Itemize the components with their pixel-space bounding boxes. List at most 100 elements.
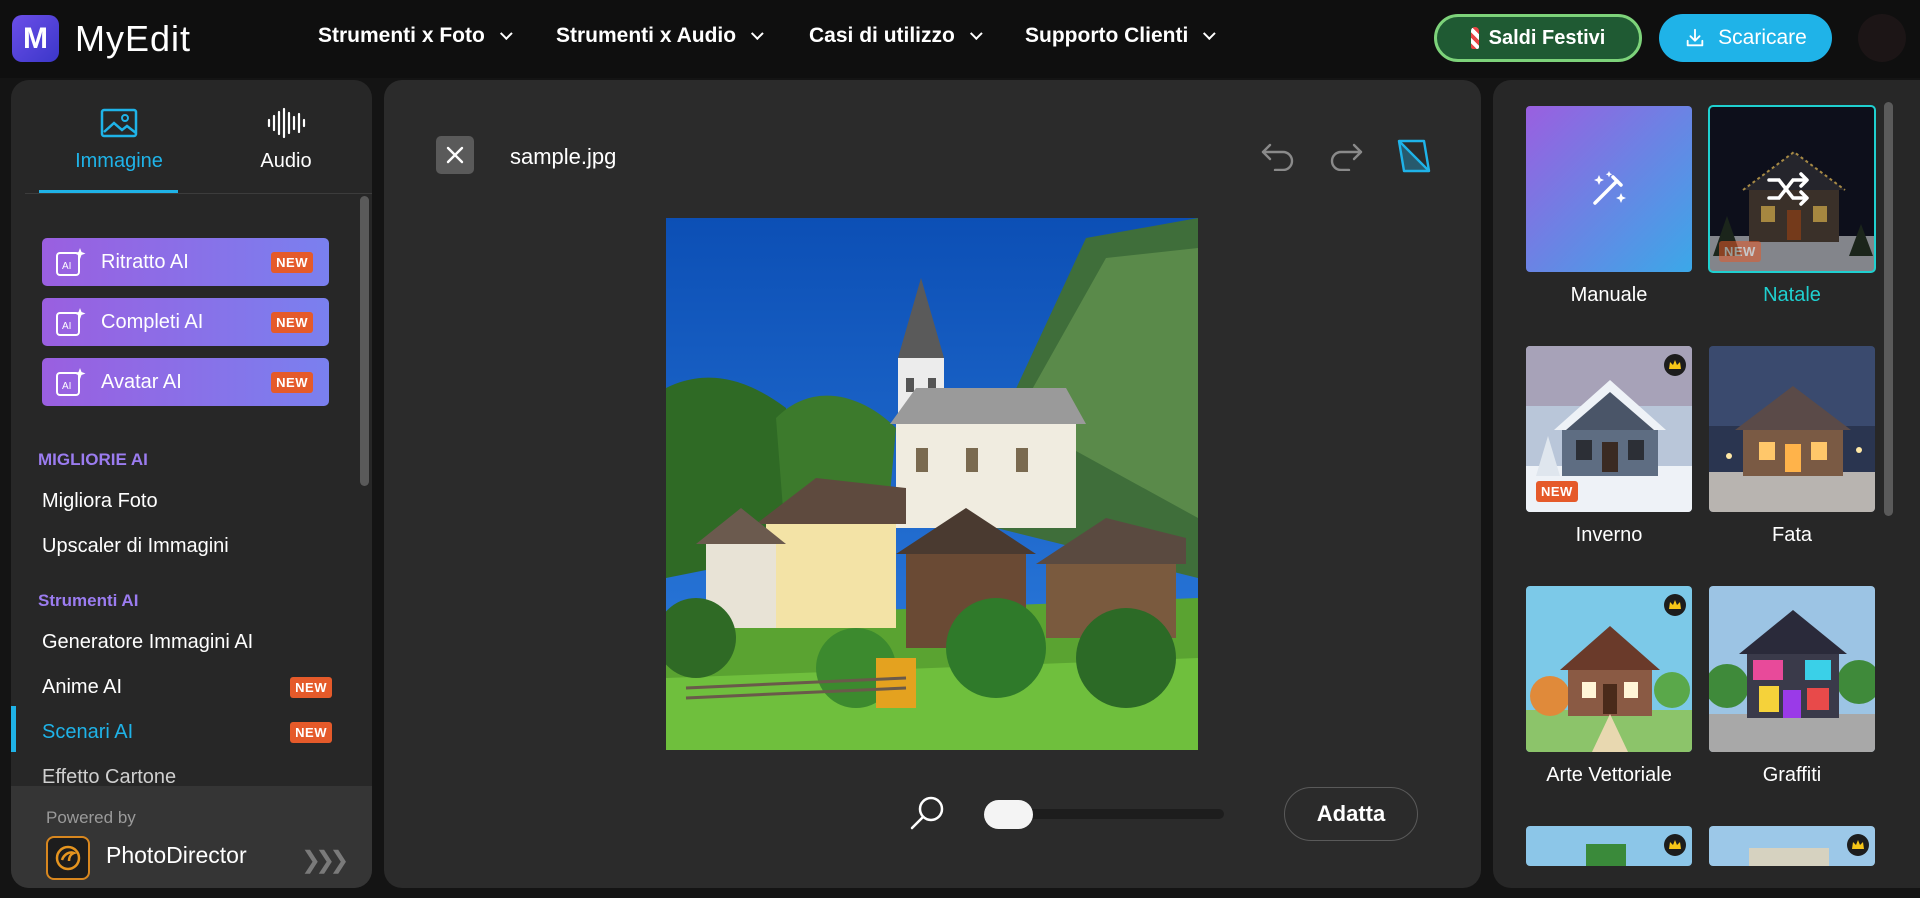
candy-cane-icon [1470, 27, 1479, 49]
close-icon [446, 146, 464, 164]
tab-label: Audio [260, 150, 312, 172]
redo-button[interactable] [1326, 136, 1366, 176]
chevron-down-icon [1203, 26, 1217, 40]
style-card-manuale[interactable]: Manuale [1526, 106, 1692, 307]
menu-item-label: Migliora Foto [42, 490, 158, 512]
style-picker-panel: Manuale NEW Natale NEW Inverno Fata Arte… [1493, 80, 1920, 888]
menu-item-label: Anime AI [42, 676, 123, 698]
ai-button-label: Ritratto AI [101, 250, 189, 273]
magic-wand-icon [1593, 171, 1626, 205]
style-label: Fata [1771, 524, 1813, 546]
style-panel-scrollbar[interactable] [1884, 102, 1893, 516]
style-card-partial-2[interactable] [1709, 826, 1875, 866]
top-navigation-bar: M MyEdit Strumenti x Foto Strumenti x Au… [0, 0, 1920, 78]
chevron-down-icon [751, 26, 764, 40]
style-thumbnail [1526, 586, 1692, 752]
style-card-partial-1[interactable] [1526, 826, 1692, 866]
myedit-logo-icon: M [12, 15, 59, 62]
file-name: sample.jpg [510, 144, 617, 169]
svg-text:AI: AI [62, 321, 71, 332]
brand-logo[interactable]: M MyEdit [12, 15, 191, 62]
zoom-button[interactable] [909, 794, 947, 837]
powered-by-panel[interactable]: Powered by PhotoDirector ❯❯❯ [11, 786, 372, 888]
ai-button-ritratto[interactable]: AI Ritratto AI NEW [42, 238, 329, 286]
image-icon [100, 108, 138, 138]
close-button[interactable] [436, 136, 474, 174]
edited-photo[interactable] [666, 218, 1198, 750]
style-thumbnail [1709, 346, 1875, 512]
style-card-natale[interactable]: NEW Natale [1708, 105, 1876, 307]
brand-name: MyEdit [75, 17, 192, 59]
new-badge: NEW [1536, 481, 1578, 502]
fit-button[interactable]: Adatta [1284, 787, 1418, 841]
tab-audio[interactable]: Audio [216, 106, 356, 173]
undo-icon [1261, 143, 1294, 171]
new-badge: NEW [271, 311, 313, 333]
magnifier-icon [910, 796, 944, 830]
powered-by-label: Powered by [46, 808, 136, 827]
download-label: Scaricare [1718, 26, 1807, 49]
style-label: Natale [1763, 284, 1821, 306]
menu-item-scenari-ai[interactable]: Scenari AI NEW [42, 721, 332, 744]
graffiti-house-image [1709, 586, 1875, 752]
chevron-down-icon [969, 26, 983, 40]
premium-crown-icon [1664, 594, 1686, 616]
style-label: Inverno [1575, 524, 1643, 546]
user-avatar[interactable] [1858, 14, 1906, 62]
fairy-house-image [1709, 346, 1875, 512]
premium-crown-icon [1847, 834, 1869, 856]
new-badge: NEW [290, 722, 332, 743]
tab-label: Immagine [75, 150, 163, 172]
style-card-fata[interactable]: Fata [1709, 346, 1875, 547]
ai-button-label: Completi AI [101, 310, 204, 333]
menu-item-migliora-foto[interactable]: Migliora Foto [42, 490, 332, 513]
nav-label: Strumenti x Foto [318, 24, 485, 47]
nav-casi-utilizzo[interactable]: Casi di utilizzo [809, 24, 983, 48]
editor-canvas-panel: sample.jpg Adatta [384, 80, 1481, 888]
menu-item-label: Generatore Immagini AI [42, 631, 254, 653]
section-title-migliorie: MIGLIORIE AI [38, 450, 148, 469]
style-label: Manuale [1570, 284, 1648, 306]
ai-sparkle-icon: AI [56, 308, 86, 336]
nav-strumenti-foto[interactable]: Strumenti x Foto [318, 24, 513, 48]
menu-item-upscaler[interactable]: Upscaler di Immagini [42, 535, 332, 558]
sidebar-scrollbar[interactable] [360, 196, 369, 486]
new-badge: NEW [271, 371, 313, 393]
style-label: Arte Vettoriale [1546, 764, 1672, 786]
photodirector-logo-icon [46, 836, 90, 880]
menu-item-generatore[interactable]: Generatore Immagini AI [42, 631, 332, 654]
promo-button[interactable]: Saldi Festivi [1434, 14, 1642, 62]
style-card-arte-vettoriale[interactable]: Arte Vettoriale [1526, 586, 1692, 787]
tabs-divider [25, 193, 372, 194]
compare-button[interactable] [1394, 136, 1434, 176]
nav-strumenti-audio[interactable]: Strumenti x Audio [556, 24, 764, 48]
svg-text:AI: AI [62, 381, 71, 392]
nav-supporto-clienti[interactable]: Supporto Clienti [1025, 24, 1217, 48]
menu-item-anime-ai[interactable]: Anime AI NEW [42, 676, 332, 699]
download-icon [1686, 28, 1704, 47]
ai-sparkle-icon: AI [56, 368, 86, 396]
style-thumbnail: NEW [1526, 346, 1692, 512]
premium-crown-icon [1664, 354, 1686, 376]
style-card-inverno[interactable]: NEW Inverno [1526, 346, 1692, 547]
style-thumbnail [1709, 586, 1875, 752]
undo-button[interactable] [1258, 136, 1298, 176]
new-badge: NEW [1719, 241, 1761, 262]
style-thumbnail [1526, 826, 1692, 866]
zoom-slider-handle[interactable] [984, 800, 1033, 829]
section-title-strumenti-ai: Strumenti AI [38, 591, 139, 610]
tab-immagine[interactable]: Immagine [49, 106, 189, 173]
premium-crown-icon [1664, 834, 1686, 856]
menu-item-label: Upscaler di Immagini [42, 535, 229, 557]
ai-button-completi[interactable]: AI Completi AI NEW [42, 298, 329, 346]
chevron-down-icon [499, 26, 513, 40]
style-card-graffiti[interactable]: Graffiti [1709, 586, 1875, 787]
waveform-icon [267, 107, 306, 139]
compare-icon [1397, 139, 1431, 173]
ai-button-label: Avatar AI [101, 370, 182, 393]
ai-button-avatar[interactable]: AI Avatar AI NEW [42, 358, 329, 406]
menu-item-label: Scenari AI [42, 721, 134, 743]
nav-label: Supporto Clienti [1025, 24, 1189, 47]
active-item-indicator [11, 706, 16, 752]
download-button[interactable]: Scaricare [1659, 14, 1832, 62]
